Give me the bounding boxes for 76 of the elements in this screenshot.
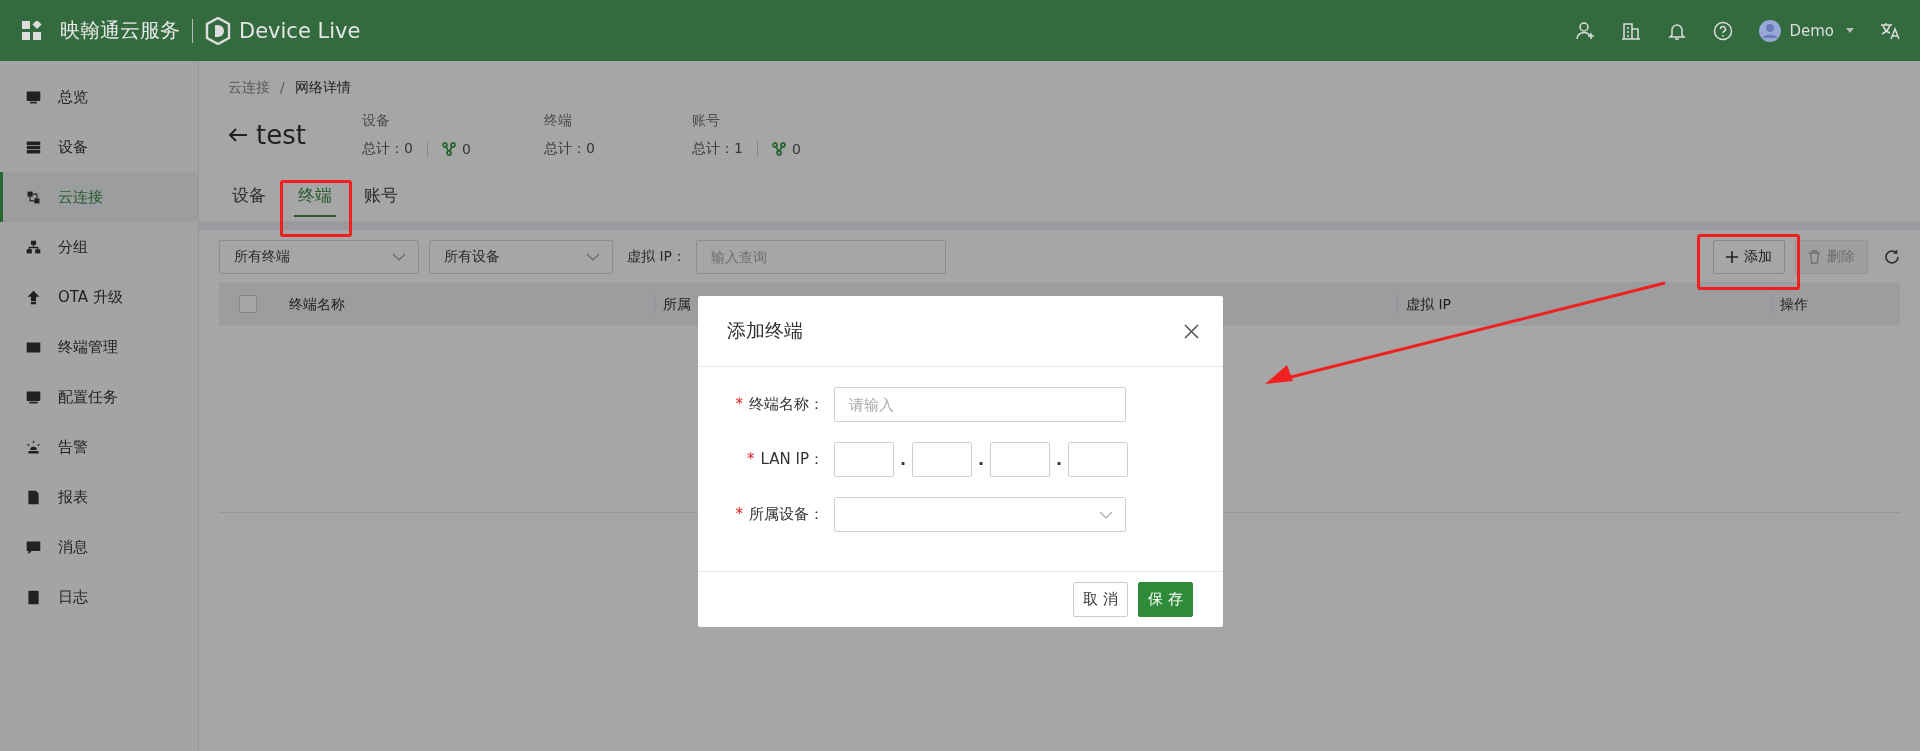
device-select[interactable]: 所有设备 bbox=[429, 240, 613, 274]
network-icon bbox=[441, 142, 456, 156]
add-button[interactable]: 添加 bbox=[1713, 240, 1785, 274]
translate-icon[interactable] bbox=[1880, 20, 1902, 41]
cancel-button[interactable]: 取 消 bbox=[1073, 582, 1129, 617]
ip-separator: . bbox=[898, 450, 908, 469]
product-name: Device Live bbox=[239, 18, 361, 43]
brand-name: 映翰通云服务 bbox=[60, 17, 180, 44]
chevron-down-icon bbox=[392, 253, 406, 261]
required-mark: * bbox=[735, 395, 743, 413]
network-icon bbox=[771, 142, 786, 156]
plus-icon bbox=[1726, 251, 1738, 263]
column-header: 虚拟 IP bbox=[1406, 296, 1452, 312]
close-icon[interactable] bbox=[1184, 323, 1199, 339]
page-title: test bbox=[256, 120, 306, 150]
logo-icon bbox=[205, 16, 231, 45]
document-icon bbox=[25, 588, 42, 606]
stat-title: 账号 bbox=[692, 112, 720, 128]
virtual-ip-label: 虚拟 IP： bbox=[627, 248, 687, 266]
caret-icon[interactable] bbox=[1846, 28, 1854, 33]
sidebar-item[interactable]: OTA 升级 bbox=[0, 272, 198, 322]
highlight-frame bbox=[280, 180, 352, 237]
apps-icon[interactable] bbox=[22, 20, 42, 41]
chevron-down-icon bbox=[1099, 510, 1113, 519]
column-header: 操作 bbox=[1780, 296, 1808, 312]
help-icon[interactable] bbox=[1713, 20, 1734, 41]
stat-total: 总计：0 bbox=[362, 140, 413, 158]
column-header: 所属 bbox=[663, 296, 691, 312]
ip-octet-field[interactable] bbox=[990, 442, 1050, 477]
trash-icon bbox=[1808, 250, 1821, 264]
alarm-icon bbox=[25, 438, 42, 456]
ip-octet-field[interactable] bbox=[834, 442, 894, 477]
sidebar-item[interactable]: 告警 bbox=[0, 422, 198, 472]
sidebar-item[interactable]: 总览 bbox=[0, 72, 198, 122]
stat-online: 0 bbox=[791, 141, 801, 157]
chevron-down-icon bbox=[586, 253, 600, 261]
ip-octet-field[interactable] bbox=[912, 442, 972, 477]
sidebar-item[interactable]: 日志 bbox=[0, 572, 198, 622]
save-button[interactable]: 保 存 bbox=[1138, 582, 1193, 617]
ip-octet-field[interactable] bbox=[1068, 442, 1128, 477]
terminal-select[interactable]: 所有终端 bbox=[219, 240, 419, 274]
stat-total: 总计：1 bbox=[692, 140, 743, 158]
back-arrow-icon[interactable] bbox=[228, 127, 248, 143]
required-mark: * bbox=[747, 450, 755, 468]
tab[interactable]: 设备 bbox=[228, 178, 270, 217]
ip-separator: . bbox=[1054, 450, 1064, 469]
avatar-icon[interactable] bbox=[1759, 19, 1782, 42]
select-all-checkbox[interactable] bbox=[239, 295, 257, 313]
user-icon[interactable] bbox=[1575, 20, 1596, 41]
required-mark: * bbox=[735, 505, 743, 523]
sidebar-item[interactable]: 设备 bbox=[0, 122, 198, 172]
building-icon[interactable] bbox=[1621, 20, 1642, 41]
sidebar-item[interactable]: 配置任务 bbox=[0, 372, 198, 422]
tab[interactable]: 账号 bbox=[360, 178, 402, 217]
ip-separator: . bbox=[976, 450, 986, 469]
sidebar-item[interactable]: 报表 bbox=[0, 472, 198, 522]
user-name[interactable]: Demo bbox=[1789, 21, 1834, 40]
report-icon bbox=[25, 488, 42, 506]
sidebar-item[interactable]: 消息 bbox=[0, 522, 198, 572]
sidebar-item[interactable]: 终端管理 bbox=[0, 322, 198, 372]
breadcrumb-current: 网络详情 bbox=[294, 79, 351, 97]
field-label: 所属设备： bbox=[749, 505, 824, 523]
breadcrumb-separator: / bbox=[280, 79, 285, 97]
stat-title: 终端 bbox=[544, 112, 572, 128]
field-label: LAN IP： bbox=[760, 450, 824, 468]
refresh-icon[interactable] bbox=[1884, 249, 1900, 265]
dialog-title: 添加终端 bbox=[727, 318, 803, 343]
name-field[interactable]: 请输入 bbox=[834, 387, 1126, 422]
stat-total: 总计：0 bbox=[544, 140, 595, 158]
stat-online: 0 bbox=[461, 141, 471, 157]
stat-title: 设备 bbox=[362, 112, 390, 128]
sidebar-item[interactable]: 分组 bbox=[0, 222, 198, 272]
hierarchy-icon bbox=[25, 238, 42, 256]
upload-icon bbox=[25, 288, 42, 306]
column-header: 终端名称 bbox=[289, 296, 345, 312]
field-label: 终端名称： bbox=[749, 395, 824, 413]
